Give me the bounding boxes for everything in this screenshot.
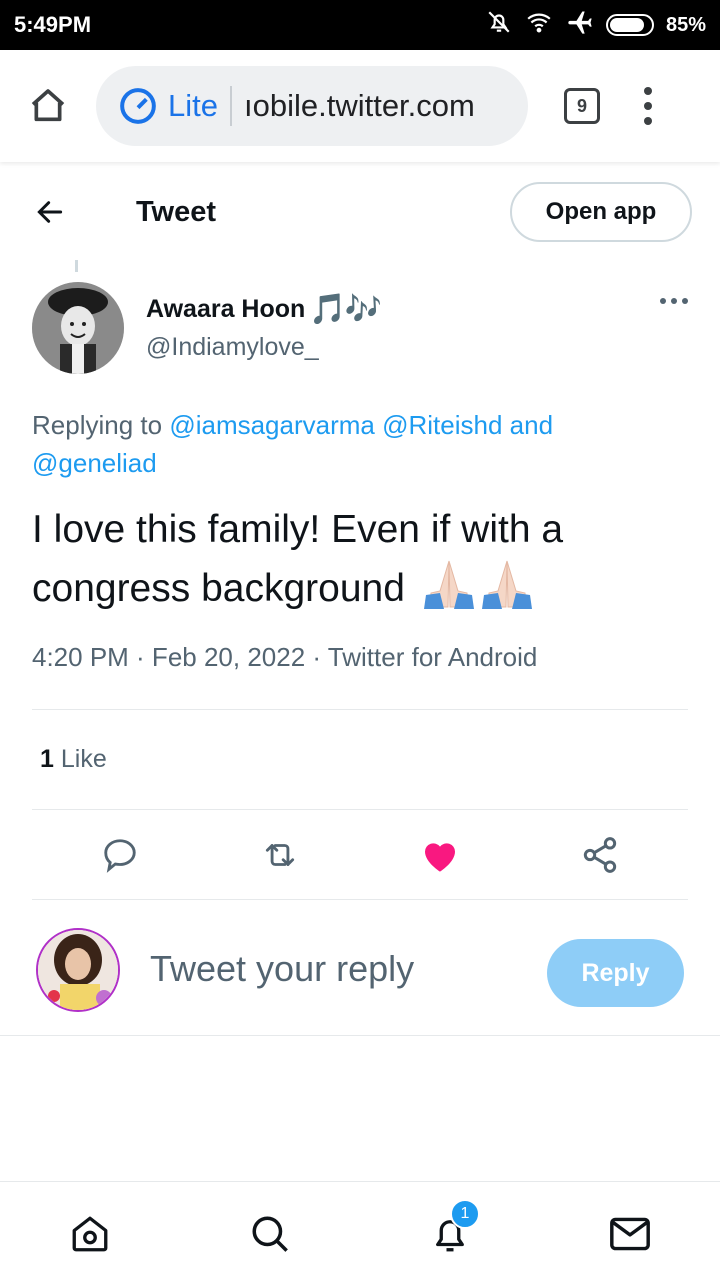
like-count-number: 1 <box>40 745 54 773</box>
home-icon <box>31 89 65 122</box>
tweet-text: I love this family! Even if with a congr… <box>32 502 692 624</box>
heart-filled-icon <box>425 843 455 872</box>
retweet-action-button[interactable] <box>255 830 305 880</box>
thread-connector <box>75 260 78 272</box>
open-app-button[interactable]: Open app <box>510 182 692 242</box>
wifi-icon <box>524 9 554 41</box>
tweet-author: Awaara Hoon 🎵🎶 @Indiamylove_ <box>32 282 688 378</box>
speedometer-icon <box>120 88 156 124</box>
author-handle[interactable]: @Indiamylove_ <box>146 333 380 362</box>
tweet-timestamp[interactable]: 4:20 PM · Feb 20, 2022 · Twitter for And… <box>32 642 537 673</box>
share-icon <box>583 837 617 873</box>
url-text: ıobile.twitter.com <box>243 88 475 123</box>
browser-menu-button[interactable] <box>644 87 652 125</box>
divider <box>32 809 688 810</box>
reply-action-button[interactable] <box>95 830 145 880</box>
more-options-button[interactable] <box>660 282 688 378</box>
user-avatar[interactable] <box>36 928 120 1012</box>
status-icons: 85% <box>486 8 706 42</box>
back-arrow-icon <box>37 201 63 223</box>
battery-percent: 85% <box>665 13 706 36</box>
mention-link[interactable]: @iamsagarvarma <box>169 410 375 440</box>
url-separator <box>229 86 232 126</box>
notification-badge: 1 <box>450 1199 480 1229</box>
like-count-label: Like <box>60 745 107 773</box>
home-icon <box>72 1216 108 1252</box>
nav-home[interactable] <box>68 1212 112 1256</box>
share-action-button[interactable] <box>575 830 625 880</box>
mention-and[interactable]: and <box>510 410 553 440</box>
address-bar[interactable]: Lite ıobile.twitter.com <box>96 66 528 146</box>
nav-search[interactable] <box>248 1212 292 1256</box>
mention-link[interactable]: @geneliad <box>32 448 157 478</box>
airplane-icon <box>566 8 594 42</box>
comment-icon <box>104 839 136 873</box>
like-action-button[interactable] <box>415 830 465 880</box>
divider <box>32 709 688 710</box>
reply-composer: Tweet your reply Reply <box>0 920 720 1036</box>
status-bar: 5:49PM 85% <box>0 0 720 50</box>
tab-switcher-button[interactable]: 9 <box>564 88 600 124</box>
author-names: Awaara Hoon 🎵🎶 @Indiamylove_ <box>146 282 382 378</box>
tweet-header: Tweet Open app <box>0 162 720 262</box>
back-button[interactable] <box>28 190 72 234</box>
reply-button[interactable]: Reply <box>547 939 684 1007</box>
author-name-text: Awaara Hoon <box>146 295 306 323</box>
messages-icon <box>610 1217 650 1251</box>
folded-hands-emoji <box>422 557 534 624</box>
bottom-navigation: 1 <box>0 1181 720 1280</box>
like-count[interactable]: 1 Like <box>40 745 107 774</box>
reply-input[interactable]: Tweet your reply <box>150 948 414 990</box>
battery-icon <box>605 14 654 36</box>
music-notes-emoji: 🎵🎶 <box>309 293 382 326</box>
page-title: Tweet <box>136 195 217 228</box>
tweet-actions <box>0 830 720 880</box>
bell-off-icon <box>486 9 512 41</box>
divider <box>32 899 688 900</box>
mention-link[interactable]: @Riteishd <box>382 410 502 440</box>
lite-mode-label: Lite <box>168 88 218 123</box>
replying-to: Replying to @iamsagarvarma @Riteishd and… <box>32 406 672 482</box>
author-avatar[interactable] <box>32 282 124 374</box>
status-time: 5:49PM <box>14 12 92 37</box>
author-display-name[interactable]: Awaara Hoon 🎵🎶 <box>146 292 382 327</box>
browser-home-button[interactable] <box>20 78 76 134</box>
replying-prefix: Replying to <box>32 410 170 440</box>
retweet-icon <box>265 844 295 866</box>
nav-messages[interactable] <box>608 1212 652 1256</box>
browser-toolbar: Lite ıobile.twitter.com 9 <box>0 50 720 162</box>
search-icon <box>252 1216 288 1252</box>
